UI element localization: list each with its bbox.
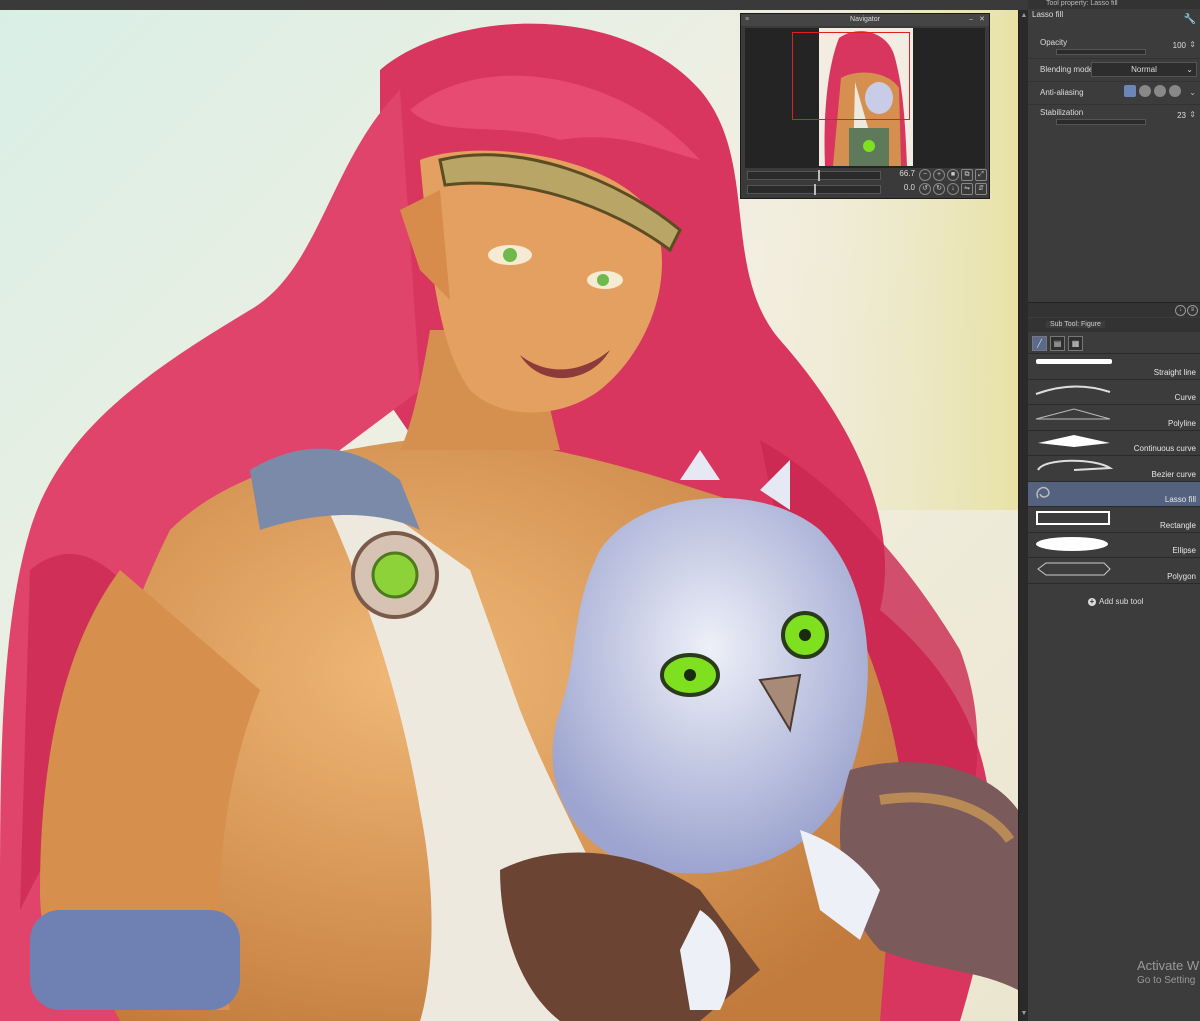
watermark-line2: Go to Setting <box>1137 975 1196 986</box>
top-toolbar <box>0 0 1200 10</box>
sub-tool-label: Bezier curve <box>1151 469 1196 479</box>
add-sub-tool-button[interactable]: + Add sub tool <box>1088 597 1143 606</box>
scroll-up-arrow-icon[interactable]: ▲ <box>1020 12 1028 20</box>
zoom-row: 66.7 − + ■ ⧉ ⤢ <box>745 169 987 181</box>
sub-tool-label: Rectangle <box>1159 520 1196 530</box>
polyline-icon <box>1035 408 1111 420</box>
windows-activation-watermark: Activate W Go to Setting <box>1137 958 1199 986</box>
zoom-in-icon[interactable]: + <box>933 169 945 181</box>
fit-window-icon[interactable]: ⧉ <box>961 169 973 181</box>
watermark-line1: Activate W <box>1137 958 1200 973</box>
antialias-weak-icon[interactable] <box>1139 85 1151 97</box>
panel-divider: ↓ ≡ <box>1028 302 1200 317</box>
sub-tool-label: Lasso fill <box>1164 495 1196 504</box>
sub-tool-list: Straight line Curve Polyline Continuous … <box>1028 354 1200 584</box>
spinner-icon[interactable]: ⇕ <box>1189 110 1196 119</box>
sub-tool-tab[interactable]: Sub Tool: Figure <box>1046 321 1105 328</box>
stabilization-slider[interactable] <box>1056 119 1146 125</box>
blending-mode-label: Blending mode <box>1040 65 1094 74</box>
flip-vertical-icon[interactable]: ⇵ <box>975 183 987 195</box>
sub-tool-item-polyline[interactable]: Polyline <box>1028 405 1200 431</box>
actual-size-icon[interactable]: ⤢ <box>975 169 987 181</box>
tool-name: Lasso fill <box>1032 10 1064 19</box>
opacity-slider[interactable] <box>1056 49 1146 55</box>
navigator-titlebar[interactable]: ≡ Navigator – ✕ <box>741 14 989 26</box>
sub-tool-item-ellipse[interactable]: Ellipse <box>1028 533 1200 558</box>
lasso-fill-icon <box>1036 486 1050 498</box>
tool-property-tab[interactable]: Tool property: Lasso fill <box>1046 0 1118 7</box>
scroll-down-arrow-icon[interactable]: ▼ <box>1020 1010 1028 1018</box>
ellipse-icon <box>1036 536 1108 551</box>
frame-border-icon[interactable]: ▦ <box>1068 336 1083 351</box>
straight-line-icon <box>1036 359 1112 364</box>
sub-tool-label: Straight line <box>1153 367 1196 377</box>
right-panel: Tool property: Lasso fill Lasso fill 🔧 O… <box>1028 0 1200 1021</box>
rectangle-icon <box>1036 511 1110 525</box>
polygon-icon <box>1037 562 1111 576</box>
chevron-down-icon: ⌄ <box>1186 65 1193 74</box>
navigator-window: ≡ Navigator – ✕ 66.7 − + ■ ⧉ ⤢ 0.0 ↺ ↻ ↓… <box>740 13 990 199</box>
continuous-curve-icon <box>1038 434 1110 447</box>
stabilization-label: Stabilization <box>1040 108 1084 117</box>
figure-icon[interactable]: ╱ <box>1032 336 1047 351</box>
sub-tool-label: Curve <box>1174 393 1196 402</box>
bezier-curve-icon <box>1037 459 1114 471</box>
sub-tool-item-polygon[interactable]: Polygon <box>1028 558 1200 584</box>
minimize-icon[interactable]: – <box>969 14 973 26</box>
stabilization-property: Stabilization 23 ⇕ <box>1028 106 1200 128</box>
navigator-preview[interactable] <box>745 28 985 168</box>
spinner-icon[interactable]: ⇕ <box>1189 40 1196 49</box>
anti-aliasing-property: Anti-aliasing ⌄ <box>1028 82 1200 105</box>
rotate-left-icon[interactable]: ↺ <box>919 183 931 195</box>
navigator-title: Navigator <box>850 16 880 23</box>
chevron-down-icon[interactable]: ⌄ <box>1189 88 1196 97</box>
wrench-icon[interactable]: 🔧 <box>1184 14 1196 25</box>
stabilization-value[interactable]: 23 <box>1177 111 1186 120</box>
sub-tool-item-lasso-fill[interactable]: Lasso fill <box>1028 481 1200 507</box>
antialias-medium-icon[interactable] <box>1154 85 1166 97</box>
sub-tool-label: Polygon <box>1167 571 1196 581</box>
antialias-none-icon[interactable] <box>1124 85 1136 97</box>
ruler-icon[interactable]: ▤ <box>1050 336 1065 351</box>
sub-tool-item-straight-line[interactable]: Straight line <box>1028 354 1200 380</box>
sub-tool-label: Polyline <box>1167 418 1196 428</box>
tool-property-header: Tool property: Lasso fill <box>1028 0 1200 9</box>
anti-aliasing-label: Anti-aliasing <box>1040 88 1084 97</box>
rotate-right-icon[interactable]: ↻ <box>933 183 945 195</box>
download-icon[interactable]: ↓ <box>1175 305 1186 316</box>
antialias-strong-icon[interactable] <box>1169 85 1181 97</box>
blending-mode-select[interactable]: Normal ⌄ <box>1091 62 1197 77</box>
blending-mode-value: Normal <box>1131 65 1157 74</box>
zoom-out-icon[interactable]: − <box>919 169 931 181</box>
rotate-slider[interactable] <box>747 184 881 195</box>
sub-tool-label: Continuous curve <box>1133 444 1196 453</box>
sub-tool-label: Ellipse <box>1172 546 1196 555</box>
stop-icon[interactable]: ■ <box>947 169 959 181</box>
opacity-value[interactable]: 100 <box>1173 41 1186 50</box>
curve-icon <box>1035 384 1111 395</box>
add-sub-tool-label: Add sub tool <box>1099 597 1144 606</box>
rotate-value[interactable]: 0.0 <box>885 183 915 192</box>
sub-tool-item-continuous-curve[interactable]: Continuous curve <box>1028 431 1200 456</box>
rotate-row: 0.0 ↺ ↻ ↓ ⇋ ⇵ <box>745 183 987 195</box>
viewport-frame[interactable] <box>792 32 910 120</box>
flip-horizontal-icon[interactable]: ⇋ <box>961 183 973 195</box>
grip-icon[interactable]: ≡ <box>745 14 749 26</box>
blending-mode-property: Blending mode Normal ⌄ <box>1028 59 1200 82</box>
sub-tool-header: Sub Tool: Figure <box>1028 318 1200 332</box>
close-icon[interactable]: ✕ <box>979 14 985 26</box>
plus-icon: + <box>1088 597 1096 606</box>
reset-rotation-icon[interactable]: ↓ <box>947 183 959 195</box>
opacity-property: Opacity 100 ⇕ <box>1028 36 1200 59</box>
sub-tool-item-curve[interactable]: Curve <box>1028 380 1200 405</box>
sub-tool-item-rectangle[interactable]: Rectangle <box>1028 507 1200 533</box>
opacity-label: Opacity <box>1040 38 1068 47</box>
sub-tool-item-bezier-curve[interactable]: Bezier curve <box>1028 456 1200 482</box>
sub-tool-group-icons: ╱ ▤ ▦ <box>1028 333 1200 354</box>
menu-icon[interactable]: ≡ <box>1187 305 1198 316</box>
zoom-value[interactable]: 66.7 <box>885 169 915 178</box>
zoom-slider[interactable] <box>747 170 881 181</box>
